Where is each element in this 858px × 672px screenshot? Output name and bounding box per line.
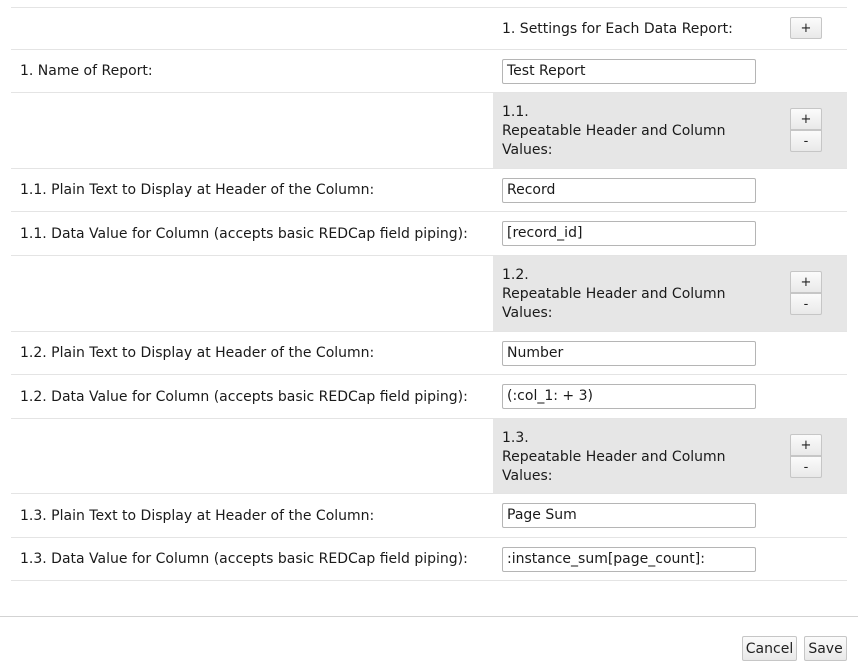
group-title: 1.1. Repeatable Header and Column Values…: [502, 103, 762, 160]
section-header-cell: 1. Settings for Each Data Report: +: [493, 8, 847, 49]
column-header-label: 1.2. Plain Text to Display at Header of …: [20, 345, 375, 361]
add-column-button[interactable]: +: [790, 108, 822, 130]
save-button[interactable]: Save: [804, 636, 847, 661]
column-header-row: 1.2. Plain Text to Display at Header of …: [11, 331, 847, 374]
report-name-input[interactable]: Test Report: [502, 59, 756, 84]
column-data-row: 1.3. Data Value for Column (accepts basi…: [11, 537, 847, 581]
group-title-text: Repeatable Header and Column Values:: [502, 123, 726, 158]
column-header-row: 1.3. Plain Text to Display at Header of …: [11, 493, 847, 537]
group-title: 1.2. Repeatable Header and Column Values…: [502, 266, 762, 323]
column-data-label: 1.2. Data Value for Column (accepts basi…: [20, 388, 468, 405]
group-header-cell: 1.1. Repeatable Header and Column Values…: [493, 93, 847, 168]
group-title-number: 1.3.: [502, 430, 529, 446]
column-header-input[interactable]: Number: [502, 341, 756, 366]
group-header-cell: 1.3. Repeatable Header and Column Values…: [493, 419, 847, 493]
dialog-footer: Cancel Save: [0, 616, 858, 672]
dialog-body: 1. Settings for Each Data Report: + 1. N…: [0, 0, 858, 617]
cancel-button[interactable]: Cancel: [742, 636, 797, 661]
column-header-row: 1.1. Plain Text to Display at Header of …: [11, 168, 847, 211]
column-data-input[interactable]: :instance_sum[page_count]:: [502, 547, 756, 572]
remove-column-button[interactable]: -: [790, 293, 822, 315]
column-header-cell: Number: [493, 332, 847, 374]
group-title: 1.3. Repeatable Header and Column Values…: [502, 429, 762, 486]
column-data-cell: [record_id]: [493, 212, 847, 255]
group-title-text: Repeatable Header and Column Values:: [502, 286, 726, 321]
report-name-label: 1. Name of Report:: [20, 63, 153, 79]
group-header-row: 1.2. Repeatable Header and Column Values…: [11, 255, 847, 331]
group-title-number: 1.1.: [502, 104, 529, 120]
add-report-button[interactable]: +: [790, 17, 822, 39]
column-data-cell: :instance_sum[page_count]:: [493, 538, 847, 580]
add-column-button[interactable]: +: [790, 271, 822, 293]
group-title-number: 1.2.: [502, 267, 529, 283]
remove-column-button[interactable]: -: [790, 456, 822, 478]
column-data-row: 1.1. Data Value for Column (accepts basi…: [11, 211, 847, 255]
report-name-row: 1. Name of Report: Test Report: [11, 49, 847, 92]
section-header-row: 1. Settings for Each Data Report: +: [11, 7, 847, 49]
column-header-cell: Record: [493, 169, 847, 211]
add-column-button[interactable]: +: [790, 434, 822, 456]
remove-column-button[interactable]: -: [790, 130, 822, 152]
column-data-input[interactable]: (:col_1: + 3): [502, 384, 756, 409]
report-name-cell: Test Report: [493, 50, 847, 92]
column-header-cell: Page Sum: [493, 494, 847, 537]
settings-table: 1. Settings for Each Data Report: + 1. N…: [11, 7, 847, 581]
column-data-cell: (:col_1: + 3): [493, 375, 847, 418]
column-data-label: 1.3. Data Value for Column (accepts basi…: [20, 551, 468, 567]
column-data-row: 1.2. Data Value for Column (accepts basi…: [11, 374, 847, 418]
column-header-input[interactable]: Page Sum: [502, 503, 756, 528]
column-data-input[interactable]: [record_id]: [502, 221, 756, 246]
group-title-text: Repeatable Header and Column Values:: [502, 449, 726, 484]
group-header-cell: 1.2. Repeatable Header and Column Values…: [493, 256, 847, 331]
column-header-label: 1.3. Plain Text to Display at Header of …: [20, 507, 375, 524]
column-data-label: 1.1. Data Value for Column (accepts basi…: [20, 225, 468, 242]
group-header-row: 1.1. Repeatable Header and Column Values…: [11, 92, 847, 168]
section-title: 1. Settings for Each Data Report:: [502, 20, 733, 37]
column-header-input[interactable]: Record: [502, 178, 756, 203]
group-header-row: 1.3. Repeatable Header and Column Values…: [11, 418, 847, 493]
column-header-label: 1.1. Plain Text to Display at Header of …: [20, 182, 375, 198]
